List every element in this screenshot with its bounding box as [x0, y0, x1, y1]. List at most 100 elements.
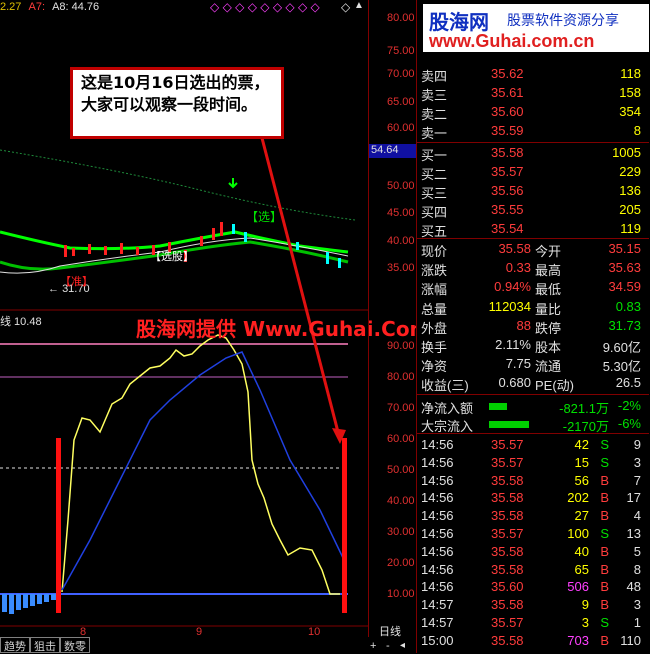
order-price: 35.58	[491, 145, 524, 160]
flow-bar	[489, 403, 507, 410]
divider	[417, 394, 649, 395]
tick-row[interactable]: 14:56 35.58 202 B 17	[417, 490, 649, 507]
price-tick: 60.00	[387, 122, 415, 134]
price-tick: 75.00	[387, 45, 415, 57]
chart-area[interactable]: 2.27 A7: A8: 44.76 ◇ ◇ ◇ ◇ ◇ ◇ ◇ ◇ ◇ ◇ ▲…	[0, 0, 467, 638]
stat-label: 涨跌	[421, 263, 448, 279]
tick-price: 35.58	[491, 632, 524, 648]
tick-time: 14:56	[421, 454, 454, 470]
buy-row[interactable]: 买三 35.56 136	[417, 183, 649, 201]
order-label: 卖三	[421, 88, 448, 103]
tick-volume: 703	[567, 632, 589, 648]
zhu-label: 【准】	[60, 276, 93, 288]
price-tick: 65.00	[387, 96, 415, 108]
sell-row[interactable]: 卖一 35.59 8	[417, 123, 649, 141]
scroll-left-icon[interactable]: ◂	[400, 640, 405, 651]
sell-row[interactable]: 卖二 35.60 354	[417, 104, 649, 122]
tick-price: 35.57	[491, 437, 524, 452]
stat-value: 35.63	[608, 260, 641, 276]
stat-value: 0.83	[615, 298, 641, 314]
tick-row[interactable]: 14:57 35.57 3 S 1	[417, 615, 649, 632]
tick-count: 3	[633, 454, 641, 470]
indicator-tick: 90.00	[387, 340, 415, 352]
tick-volume: 506	[567, 579, 589, 595]
stat-label: 现价	[421, 244, 448, 259]
tick-side: B	[600, 508, 609, 524]
tick-side: S	[600, 437, 609, 452]
order-volume: 8	[633, 123, 641, 138]
price-tick: 40.00	[387, 235, 415, 247]
tick-row[interactable]: 14:56 35.58 65 B 8	[417, 562, 649, 579]
tick-row[interactable]: 14:56 35.57 100 S 13	[417, 526, 649, 543]
logo-tagline: 股票软件资源分享	[507, 13, 619, 29]
order-volume: 119	[620, 221, 641, 236]
tick-row[interactable]: 14:56 35.58 27 B 4	[417, 508, 649, 525]
stat-value: 112034	[488, 298, 531, 314]
indicator-tick: 30.00	[387, 526, 415, 538]
stat-label: 净资	[421, 359, 448, 375]
sell-row[interactable]: 卖三 35.61 158	[417, 85, 649, 103]
tick-row[interactable]: 15:00 35.58 703 B 110	[417, 633, 649, 650]
flow-bar	[489, 421, 529, 428]
select-bar-end	[342, 438, 347, 613]
tick-volume: 42	[574, 437, 589, 452]
tick-time: 14:56	[421, 490, 454, 506]
tick-side: B	[600, 632, 609, 648]
stat-label: 外盘	[421, 320, 448, 336]
zoom-out-button[interactable]: -	[386, 640, 390, 652]
chevron-down-icon[interactable]: ▲	[354, 0, 364, 11]
order-label: 买三	[421, 186, 448, 201]
tick-time: 14:57	[421, 615, 454, 630]
volume-histogram	[2, 594, 56, 614]
tick-row[interactable]: 14:56 35.57 15 S 3	[417, 455, 649, 472]
stat-label: 收益(三)	[421, 378, 469, 394]
indicator-tick: 60.00	[387, 433, 415, 445]
x-tick-9: 9	[196, 626, 203, 638]
tick-row[interactable]: 14:56 35.57 42 S 9	[417, 437, 649, 454]
logo-url: www.Guhai.com.cn	[429, 31, 595, 51]
tick-row[interactable]: 14:56 35.58 56 B 7	[417, 473, 649, 490]
indicator-tick: 50.00	[387, 464, 415, 476]
prev-close-marker: 54.64	[369, 144, 417, 158]
quote-panel: 股海网 股票软件资源分享 www.Guhai.com.cn 卖四 35.62 118…	[416, 0, 650, 653]
order-label: 买二	[421, 167, 448, 182]
tick-count: 1	[633, 615, 641, 630]
buy-row[interactable]: 买二 35.57 229	[417, 164, 649, 182]
stat-value: 0.33	[505, 260, 531, 276]
tick-time: 14:56	[421, 526, 454, 541]
flow-row: 净流入额 -821.1万 -2%	[417, 398, 649, 416]
tick-price: 35.58	[491, 543, 524, 559]
tick-row[interactable]: 14:57 35.58 9 B 3	[417, 597, 649, 614]
order-label: 买四	[421, 205, 448, 220]
tab-snipe[interactable]: 狙击	[30, 637, 60, 653]
stat-label: 股本	[535, 340, 562, 355]
price-tick: 45.00	[387, 207, 415, 219]
tick-side: B	[600, 472, 609, 488]
tick-row[interactable]: 14:56 35.58 40 B 5	[417, 544, 649, 561]
stats-row: 涨幅 0.94% 最低 34.59	[417, 279, 649, 297]
tick-volume: 65	[574, 561, 589, 577]
period-label[interactable]: 日线	[379, 623, 401, 639]
tick-count: 48	[626, 579, 641, 595]
tab-zero[interactable]: 数零	[60, 637, 90, 653]
tick-side: S	[600, 526, 609, 541]
tick-row[interactable]: 14:56 35.60 506 B 48	[417, 579, 649, 596]
tab-trend[interactable]: 趋势	[0, 637, 30, 653]
buy-row[interactable]: 买五 35.54 119	[417, 221, 649, 239]
flow-row: 大宗流入 -2170万 -6%	[417, 416, 649, 434]
tick-volume: 9	[581, 597, 589, 613]
prev-close-value: 54.64	[371, 144, 399, 156]
zoom-in-button[interactable]: +	[370, 640, 376, 652]
buy-row[interactable]: 买一 35.58 1005	[417, 145, 649, 163]
buy-row[interactable]: 买四 35.55 205	[417, 202, 649, 220]
stat-label: 换手	[421, 340, 448, 355]
sell-row[interactable]: 卖四 35.62 118	[417, 66, 649, 84]
tick-side: B	[600, 579, 609, 595]
tick-volume: 100	[567, 526, 589, 541]
indicator-tick: 70.00	[387, 402, 415, 414]
chevron-up-icon[interactable]: ◇	[341, 0, 350, 14]
fund-tag: 【选股】	[150, 251, 194, 263]
tick-price: 35.58	[491, 472, 524, 488]
order-price: 35.61	[491, 85, 524, 100]
tick-volume: 40	[574, 543, 589, 559]
